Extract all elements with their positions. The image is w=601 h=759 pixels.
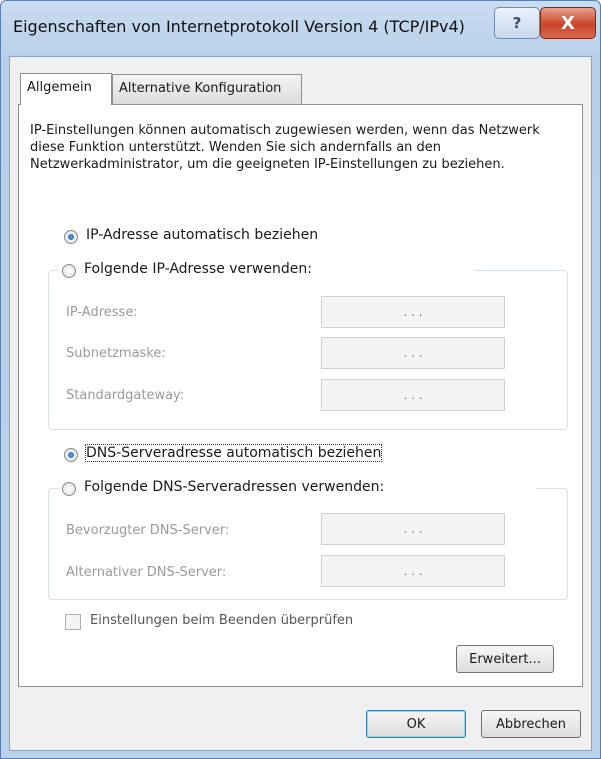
help-button[interactable]: ? — [494, 7, 540, 39]
ip-auto-label[interactable]: IP-Adresse automatisch beziehen — [86, 227, 318, 243]
help-icon: ? — [512, 14, 522, 32]
ip-manual-label[interactable]: Folgende IP-Adresse verwenden: — [84, 261, 312, 277]
tab-allgemein[interactable]: Allgemein — [20, 73, 112, 105]
dns-auto-radio[interactable] — [64, 448, 78, 462]
close-button[interactable]: X — [540, 7, 596, 39]
title-bar[interactable]: Eigenschaften von Internetprotokoll Vers… — [1, 1, 600, 56]
alternate-dns-label: Alternativer DNS-Server: — [66, 565, 227, 580]
ip-manual-radio[interactable] — [62, 264, 76, 278]
default-gateway-label: Standardgateway: — [66, 388, 185, 403]
dns-auto-label[interactable]: DNS-Serveradresse automatisch beziehen — [84, 444, 383, 462]
ok-button[interactable]: OK — [366, 710, 466, 738]
description-text: IP-Einstellungen können automatisch zuge… — [30, 123, 540, 172]
window-title: Eigenschaften von Internetprotokoll Vers… — [13, 17, 465, 36]
cancel-button[interactable]: Abbrechen — [481, 710, 581, 738]
ip-auto-radio[interactable] — [64, 230, 78, 244]
preferred-dns-label: Bevorzugter DNS-Server: — [66, 523, 230, 538]
advanced-button[interactable]: Erweitert... — [456, 645, 554, 673]
default-gateway-field[interactable]: . . . — [321, 379, 505, 411]
validate-settings-checkbox[interactable] — [65, 614, 81, 630]
dns-manual-radio[interactable] — [62, 482, 76, 496]
validate-settings-label[interactable]: Einstellungen beim Beenden überprüfen — [90, 613, 353, 628]
dns-manual-label[interactable]: Folgende DNS-Serveradressen verwenden: — [84, 479, 384, 495]
subnet-mask-label: Subnetzmaske: — [66, 346, 166, 361]
ip-address-label: IP-Adresse: — [66, 305, 138, 320]
alternate-dns-field[interactable]: . . . — [321, 555, 505, 587]
close-icon: X — [561, 12, 575, 34]
preferred-dns-field[interactable]: . . . — [321, 513, 505, 545]
tab-alternative-konfiguration[interactable]: Alternative Konfiguration — [112, 74, 302, 104]
subnet-mask-field[interactable]: . . . — [321, 337, 505, 369]
ip-address-field[interactable]: . . . — [321, 296, 505, 328]
